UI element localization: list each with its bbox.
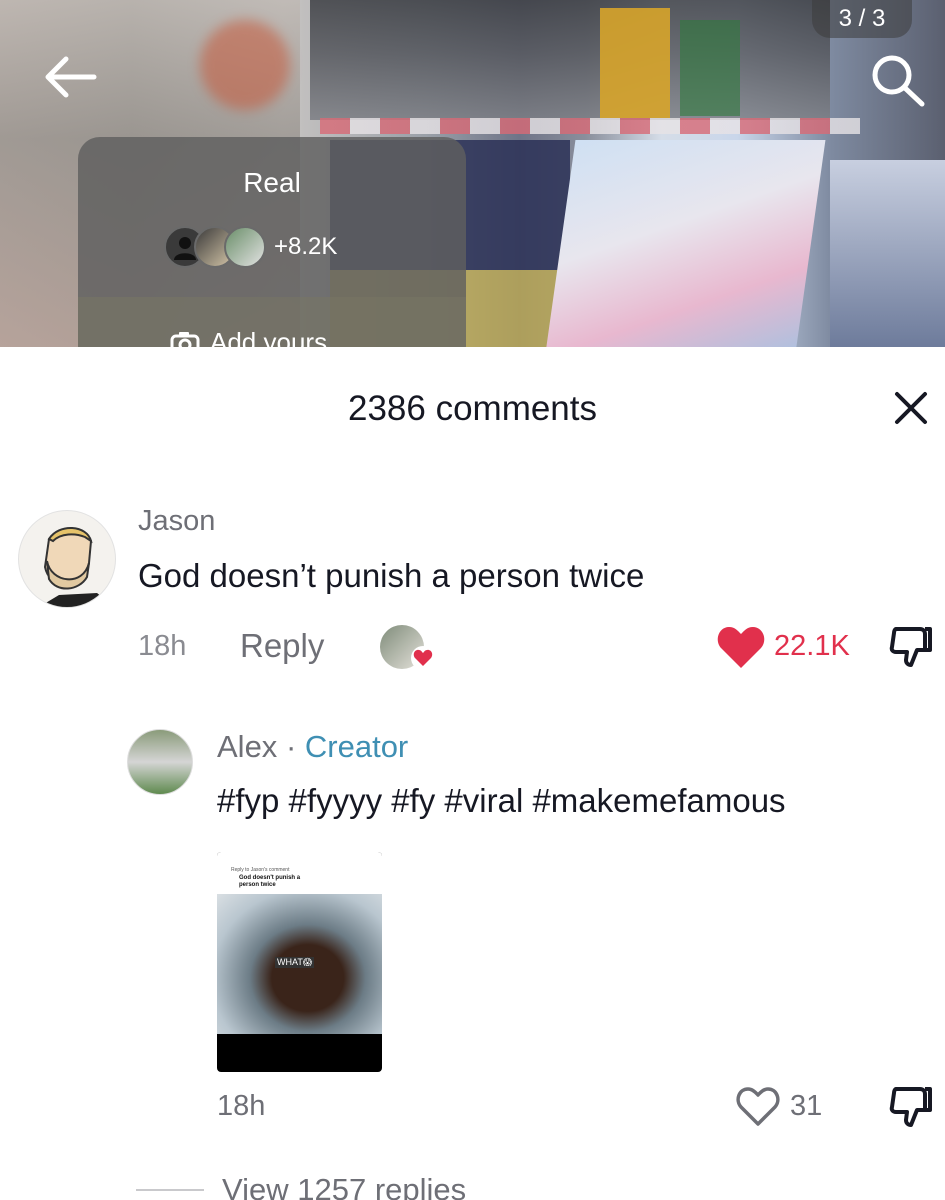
sticker-title: Real (243, 167, 301, 198)
comment-author[interactable]: Alex · Creator (217, 729, 408, 765)
author-name: Alex (217, 729, 278, 764)
creator-liked-heart-icon (411, 646, 435, 670)
video-shelf-item (600, 8, 670, 118)
video-background[interactable]: 3 / 3 Real +8.2K Add yours (0, 0, 945, 347)
add-yours-label: Add yours (210, 327, 328, 347)
participant-count: +8.2K (274, 233, 338, 260)
comments-title: 2386 comments (347, 389, 598, 428)
close-icon (895, 392, 927, 424)
dislike-icon[interactable] (886, 623, 934, 671)
thumbnail-overlay-text: WHAT😱 (275, 957, 315, 968)
comment-text: #fyp #fyyyy #fy #viral #makemefamous (217, 782, 786, 819)
bearded-man-avatar-icon (39, 527, 115, 607)
comments-panel: 2386 comments Jason God doesn’t punish a… (0, 347, 945, 1200)
replies-divider (136, 1189, 204, 1191)
sticker-participants: +8.2K (164, 225, 337, 269)
reply-button[interactable]: Reply (240, 627, 324, 665)
heart-icon[interactable] (735, 1085, 781, 1127)
avatar (224, 226, 266, 268)
video-blur-red (200, 20, 290, 110)
like-count: 22.1K (774, 630, 850, 662)
video-boxes-right (830, 160, 945, 347)
comment-time: 18h (138, 630, 187, 662)
comment-author[interactable]: Jason (138, 505, 215, 538)
video-shelf-stripe (320, 118, 860, 134)
add-yours-sticker[interactable]: Real +8.2K Add yours (78, 137, 466, 347)
search-icon (872, 55, 925, 107)
thumbnail-caption: God doesn't punish a person twice (239, 875, 301, 888)
video-reply-thumbnail[interactable]: Reply to Jason's comment God doesn't pun… (217, 852, 382, 1072)
creator-badge: Creator (304, 729, 409, 764)
like-count: 31 (790, 1090, 823, 1122)
thumbnail-caption-small: Reply to Jason's comment (231, 867, 290, 873)
separator: · (285, 729, 297, 764)
video-boxes (544, 140, 826, 347)
close-button[interactable] (888, 385, 934, 431)
avatar[interactable] (127, 729, 193, 795)
comment-time: 18h (217, 1090, 266, 1122)
view-replies-button[interactable]: View 1257 replies (222, 1172, 466, 1200)
heart-icon[interactable] (716, 624, 766, 670)
add-yours-button[interactable]: Add yours (170, 327, 327, 347)
back-arrow-icon (45, 56, 97, 98)
camera-icon (170, 331, 200, 347)
avatar[interactable] (18, 510, 116, 608)
back-button[interactable] (40, 50, 100, 104)
slide-counter: 3 / 3 (812, 0, 912, 38)
video-shelf-top (310, 0, 830, 120)
video-shelf-item (680, 20, 740, 116)
comment-text: God doesn’t punish a person twice (138, 557, 645, 594)
search-button[interactable] (862, 50, 932, 110)
dislike-icon[interactable] (886, 1083, 934, 1131)
